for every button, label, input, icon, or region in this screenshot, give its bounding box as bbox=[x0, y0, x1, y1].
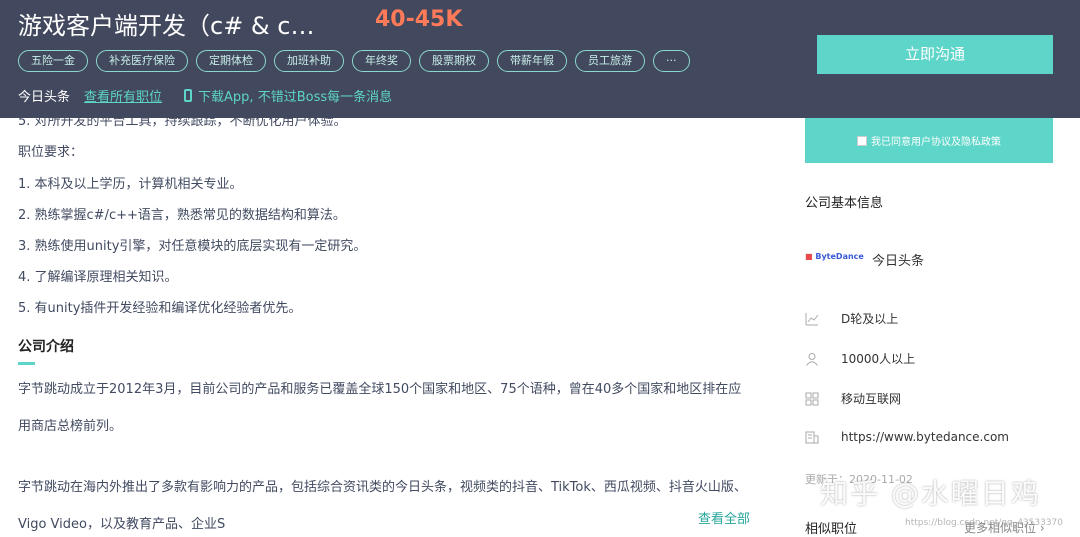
benefit-tag: 股票期权 bbox=[419, 50, 489, 72]
trend-icon bbox=[805, 312, 819, 325]
benefit-tag: 员工旅游 bbox=[575, 50, 645, 72]
agree-text: 我已同意用户协议及隐私政策 bbox=[871, 137, 1001, 148]
grid-icon bbox=[805, 392, 819, 405]
company-row: 今日头条 查看所有职位 下载App, 不错过Boss每一条消息 bbox=[18, 86, 392, 105]
csdn-watermark: https://blog.csdn.net/qq_43533370 bbox=[905, 518, 1064, 528]
sidebar-company-name[interactable]: 今日头条 bbox=[872, 250, 924, 269]
view-all-link[interactable]: 查看全部 bbox=[698, 508, 750, 527]
company-intro-paragraph: 字节跳动成立于2012年3月，目前公司的产品和服务已覆盖全球150个国家和地区、… bbox=[18, 382, 742, 434]
company-intro-paragraph: 字节跳动在海内外推出了多款有影响力的产品，包括综合资讯类的今日头条，视频类的抖音… bbox=[18, 480, 747, 532]
company-stage: D轮及以上 bbox=[805, 310, 898, 327]
logo-mark-icon: ■ bbox=[805, 252, 813, 261]
company-info-title: 公司基本信息 bbox=[805, 196, 884, 211]
similar-jobs-title: 相似职位 bbox=[805, 522, 858, 537]
agree-checkbox[interactable] bbox=[857, 135, 867, 146]
person-icon bbox=[806, 352, 818, 366]
benefit-tag: 五险一金 bbox=[18, 50, 88, 72]
view-all-jobs-link[interactable]: 查看所有职位 bbox=[84, 86, 162, 105]
zhihu-watermark: 知乎 @水曜日鸡 bbox=[820, 477, 1041, 510]
salary: 40-45K bbox=[375, 7, 463, 32]
agreement-box: 我已同意用户协议及隐私政策 bbox=[805, 118, 1053, 163]
company-website: https://www.bytedance.com bbox=[805, 430, 1009, 444]
company-industry: 移动互联网 bbox=[805, 390, 901, 407]
requirements-title: 职位要求： bbox=[18, 145, 84, 160]
header-company-name[interactable]: 今日头条 bbox=[18, 86, 70, 105]
more-tags-button[interactable]: ··· bbox=[653, 50, 690, 72]
requirement-item: 4. 了解编译原理相关知识。 bbox=[18, 270, 178, 285]
requirement-item: 1. 本科及以上学历，计算机相关专业。 bbox=[18, 177, 243, 192]
company-intro-title: 公司介绍 bbox=[18, 339, 74, 355]
benefit-tag: 年终奖 bbox=[352, 50, 411, 72]
benefit-tags: 五险一金 补充医疗保险 定期体检 加班补助 年终奖 股票期权 带薪年假 员工旅游… bbox=[18, 50, 690, 72]
job-header: 游戏客户端开发（c# & c… 40-45K 五险一金 补充医疗保险 定期体检 … bbox=[0, 0, 1080, 118]
phone-icon bbox=[184, 89, 193, 102]
benefit-tag: 加班补助 bbox=[274, 50, 344, 72]
title-underline bbox=[18, 362, 35, 365]
benefit-tag: 定期体检 bbox=[196, 50, 266, 72]
requirement-item: 2. 熟练掌握c#/c++语言，熟悉常见的数据结构和算法。 bbox=[18, 208, 346, 223]
building-icon bbox=[805, 431, 819, 444]
download-app-link[interactable]: 下载App, 不错过Boss每一条消息 bbox=[198, 86, 392, 105]
contact-now-button[interactable]: 立即沟通 bbox=[817, 35, 1053, 74]
benefit-tag: 带薪年假 bbox=[497, 50, 567, 72]
website-link[interactable]: https://www.bytedance.com bbox=[841, 430, 1009, 444]
job-title: 游戏客户端开发（c# & c… bbox=[18, 12, 315, 40]
benefit-tag: 补充医疗保险 bbox=[96, 50, 188, 72]
company-logo[interactable]: ■ ByteDance bbox=[805, 252, 864, 261]
company-size: 10000人以上 bbox=[805, 350, 915, 367]
requirement-item: 3. 熟练使用unity引擎，对任意模块的底层实现有一定研究。 bbox=[18, 239, 367, 254]
requirement-item: 5. 有unity插件开发经验和编译优化经验者优先。 bbox=[18, 301, 302, 316]
